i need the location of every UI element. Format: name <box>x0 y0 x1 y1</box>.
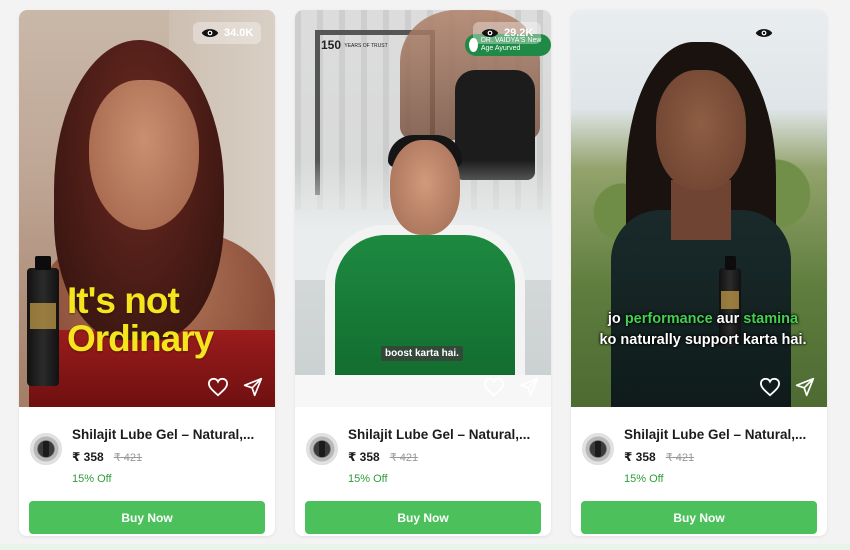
original-price: ₹ 421 <box>665 452 695 464</box>
video-caption: jo performance aur stamina ko naturally … <box>579 309 827 351</box>
eye-icon <box>201 29 219 37</box>
brand-years-number: 150 <box>321 38 342 52</box>
view-count: 29.2K <box>473 22 542 44</box>
buy-now-button[interactable]: Buy Now <box>581 501 817 534</box>
product-info: Shilajit Lube Gel – Natural,... ₹ 358 ₹ … <box>19 407 275 536</box>
sale-price: ₹ 358 <box>348 450 380 464</box>
view-count-value: 34.0K <box>224 27 254 39</box>
video-overlay-text: It's not Ordinary <box>67 282 275 358</box>
heart-icon[interactable] <box>759 377 781 397</box>
video-thumbnail[interactable]: It's not Ordinary 34.0K <box>19 10 275 407</box>
product-video-card[interactable]: jo performance aur stamina ko naturally … <box>571 10 827 536</box>
caption-text: jo <box>607 311 625 327</box>
page-bottom-strip <box>0 544 850 550</box>
view-count: 34.0K <box>193 22 262 44</box>
product-video-card[interactable]: 150 YEARS OF TRUST DR. VAIDYA'S New Age … <box>295 10 551 536</box>
discount-label: 15% Off <box>72 473 112 485</box>
eye-icon <box>755 29 773 37</box>
view-count <box>747 22 786 44</box>
product-thumbnail[interactable] <box>582 433 614 465</box>
product-info: Shilajit Lube Gel – Natural,... ₹ 358 ₹ … <box>295 407 551 536</box>
share-icon[interactable] <box>519 377 539 397</box>
product-info: Shilajit Lube Gel – Natural,... ₹ 358 ₹ … <box>571 407 827 536</box>
original-price: ₹ 421 <box>113 452 143 464</box>
product-thumbnail[interactable] <box>30 433 62 465</box>
brand-years-subtitle: YEARS OF TRUST <box>344 42 388 49</box>
product-title[interactable]: Shilajit Lube Gel – Natural,... <box>624 427 820 442</box>
product-title[interactable]: Shilajit Lube Gel – Natural,... <box>72 427 268 442</box>
caption-text: ko naturally support karta hai. <box>599 332 807 348</box>
video-thumbnail[interactable]: 150 YEARS OF TRUST DR. VAIDYA'S New Age … <box>295 10 551 407</box>
share-icon[interactable] <box>795 377 815 397</box>
caption-text: aur <box>712 311 744 327</box>
share-icon[interactable] <box>243 377 263 397</box>
video-thumbnail[interactable]: jo performance aur stamina ko naturally … <box>571 10 827 407</box>
heart-icon[interactable] <box>483 377 505 397</box>
heart-icon[interactable] <box>207 377 229 397</box>
buy-now-button[interactable]: Buy Now <box>305 501 541 534</box>
product-thumbnail[interactable] <box>306 433 338 465</box>
caption-highlight: stamina <box>743 311 799 327</box>
original-price: ₹ 421 <box>389 452 419 464</box>
sale-price: ₹ 358 <box>624 450 656 464</box>
view-count-value: 29.2K <box>504 27 534 39</box>
eye-icon <box>481 29 499 37</box>
buy-now-button[interactable]: Buy Now <box>29 501 265 534</box>
product-bottle-image <box>27 256 59 386</box>
discount-label: 15% Off <box>624 473 664 485</box>
product-title[interactable]: Shilajit Lube Gel – Natural,... <box>348 427 544 442</box>
caption-highlight: performance <box>624 311 713 327</box>
brand-years-logo: 150 YEARS OF TRUST <box>321 38 388 52</box>
sale-price: ₹ 358 <box>72 450 104 464</box>
discount-label: 15% Off <box>348 473 388 485</box>
overlay-line: Ordinary <box>67 318 214 359</box>
overlay-line: It's not <box>67 280 180 321</box>
video-caption: boost karta hai. <box>381 346 463 361</box>
product-video-card[interactable]: It's not Ordinary 34.0K Shilajit Lube Ge… <box>19 10 275 536</box>
